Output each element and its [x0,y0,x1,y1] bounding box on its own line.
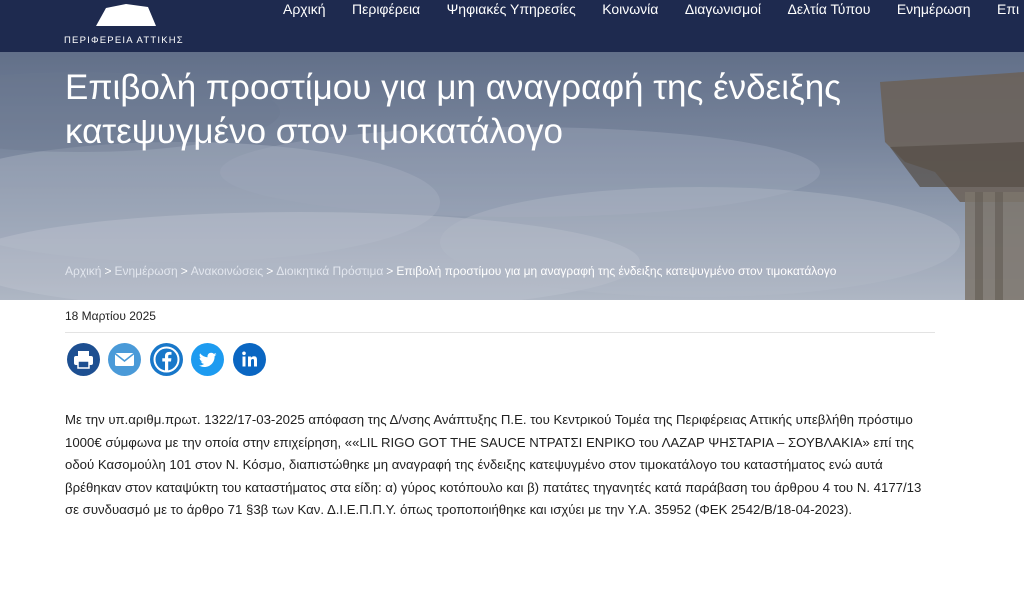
facebook-icon [149,343,183,376]
twitter-icon [191,343,225,376]
nav-item-region[interactable]: Περιφέρεια [352,0,420,18]
share-buttons [67,343,270,377]
article-body: Με την υπ.αριθμ.πρωτ. 1322/17-03-2025 απ… [65,412,922,517]
breadcrumb-separator: > [104,264,112,278]
breadcrumb-announcements[interactable]: Ανακοινώσεις [191,264,264,278]
facebook-share-button[interactable] [149,343,183,376]
divider [65,332,935,333]
linkedin-share-button[interactable] [232,343,266,376]
breadcrumb: Αρχική > Ενημέρωση > Ανακοινώσεις > Διοικητικά… [65,264,1005,278]
nav-item-press-releases[interactable]: Δελτία Τύπου [788,0,871,18]
nav-item-digital-services[interactable]: Ψηφιακές Υπηρεσίες [447,0,576,18]
main-nav: Αρχική Περιφέρεια Ψηφιακές Υπηρεσίες Κοι… [283,0,1024,20]
nav-item-more[interactable]: Επι [997,0,1019,18]
hero-banner: Επιβολή προστίμου για μη αναγραφή της έν… [0,52,1024,300]
top-navbar: ΠΕΡΙΦΕΡΕΙΑ ΑΤΤΙΚΗΣ Αρχική Περιφέρεια Ψηφ… [0,0,1024,52]
print-button[interactable] [67,343,100,376]
nav-item-home[interactable]: Αρχική [283,0,326,18]
breadcrumb-news[interactable]: Ενημέρωση [114,264,177,278]
breadcrumb-home[interactable]: Αρχική [65,264,101,278]
nav-item-tenders[interactable]: Διαγωνισμοί [685,0,761,18]
nav-item-news[interactable]: Ενημέρωση [897,0,971,18]
email-share-button[interactable] [108,343,142,376]
nav-item-society[interactable]: Κοινωνία [602,0,658,18]
email-icon [108,343,142,376]
breadcrumb-current: Επιβολή προστίμου για μη αναγραφή της έν… [396,264,837,278]
site-logo[interactable]: ΠΕΡΙΦΕΡΕΙΑ ΑΤΤΙΚΗΣ [64,0,194,52]
linkedin-icon [232,343,266,376]
page-title: Επιβολή προστίμου για μη αναγραφή της έν… [65,68,842,151]
logo-mark-icon [96,4,156,26]
breadcrumb-separator: > [180,264,188,278]
print-icon [67,343,100,376]
breadcrumb-separator: > [266,264,274,278]
article-date: 18 Μαρτίου 2025 [65,309,156,323]
logo-text: ΠΕΡΙΦΕΡΕΙΑ ΑΤΤΙΚΗΣ [64,35,184,46]
twitter-share-button[interactable] [191,343,225,376]
breadcrumb-separator: > [386,264,394,278]
breadcrumb-administrative-fines[interactable]: Διοικητικά Πρόστιμα [276,264,383,278]
